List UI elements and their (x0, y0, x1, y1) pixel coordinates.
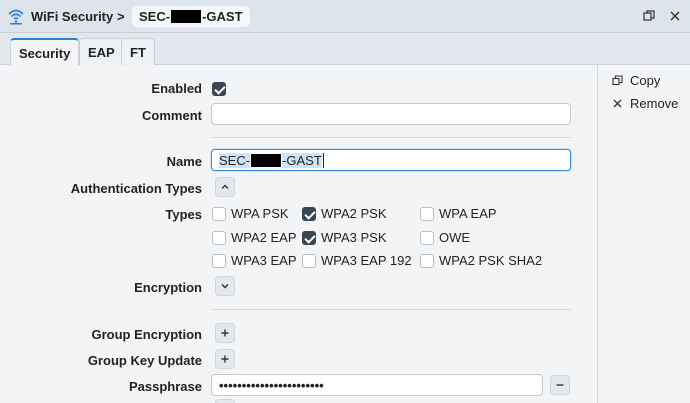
type-checkbox-wpa2-psk-sha2[interactable] (420, 254, 434, 268)
type-label-wpa2-psk: WPA2 PSK (321, 206, 387, 221)
remove-button[interactable]: Remove (612, 96, 678, 111)
copy-button[interactable]: Copy (612, 73, 660, 88)
close-icon (613, 99, 622, 108)
passphrase-label: Passphrase (129, 379, 202, 394)
group-encryption-add-button[interactable] (215, 323, 235, 343)
passphrase-remove-button[interactable] (550, 375, 570, 395)
breadcrumb-item-name[interactable]: SEC- -GAST (132, 6, 250, 27)
tab-bar: Security EAP FT (0, 33, 690, 66)
type-checkbox-wpa3-eap-192[interactable] (302, 254, 316, 268)
tab-ft[interactable]: FT (121, 38, 155, 65)
type-checkbox-wpa2-eap[interactable] (212, 231, 226, 245)
type-checkbox-owe[interactable] (420, 231, 434, 245)
name-field[interactable]: SEC- -GAST (211, 149, 571, 171)
chip-prefix: SEC- (139, 9, 171, 24)
tab-security[interactable]: Security (10, 38, 80, 66)
type-checkbox-wpa-psk[interactable] (212, 207, 226, 221)
type-checkbox-wpa-eap[interactable] (420, 207, 434, 221)
enabled-label: Enabled (151, 81, 202, 96)
form-panel: Enabled Comment Name SEC- -GAST Authentic… (0, 65, 597, 403)
chip-suffix: -GAST (202, 9, 243, 24)
type-label-wpa3-eap: WPA3 EAP (231, 253, 297, 268)
type-label-wpa-psk: WPA PSK (231, 206, 289, 221)
comment-field[interactable] (211, 103, 571, 125)
auth-types-collapse-button[interactable] (215, 177, 235, 197)
name-suffix: -GAST (282, 152, 322, 168)
type-label-wpa3-psk: WPA3 PSK (321, 230, 387, 245)
restore-icon[interactable] (642, 9, 656, 23)
action-sidebar: Copy Remove (597, 65, 690, 403)
group-encryption-label: Group Encryption (91, 327, 203, 342)
window-title: WiFi Security (31, 9, 114, 24)
enabled-checkbox[interactable] (212, 82, 226, 96)
passphrase-value: ••••••••••••••••••••••• (219, 377, 324, 393)
type-label-wpa2-psk-sha2: WPA2 PSK SHA2 (439, 253, 543, 268)
plus-icon (221, 329, 229, 337)
tab-eap[interactable]: EAP (79, 38, 124, 65)
type-label-wpa3-eap-192: WPA3 EAP 192 (321, 253, 412, 268)
wifi-icon (8, 9, 24, 25)
auth-types-label: Authentication Types (70, 181, 202, 196)
divider (211, 137, 571, 138)
chevron-down-icon (221, 284, 229, 289)
title-bar: WiFi Security > SEC- -GAST (0, 0, 690, 33)
encryption-label: Encryption (134, 280, 202, 295)
name-label: Name (166, 154, 202, 169)
minus-icon (556, 384, 564, 386)
type-label-wpa2-eap: WPA2 EAP (231, 230, 297, 245)
types-label: Types (165, 207, 202, 222)
redaction-block (251, 153, 282, 167)
group-key-update-add-button[interactable] (215, 349, 235, 369)
type-label-wpa-eap: WPA EAP (439, 206, 497, 221)
type-checkbox-wpa3-eap[interactable] (212, 254, 226, 268)
remove-label: Remove (630, 96, 679, 111)
breadcrumb-separator: > (117, 9, 125, 24)
next-row-button[interactable] (215, 399, 235, 403)
type-label-owe: OWE (439, 230, 471, 245)
copy-label: Copy (630, 73, 661, 88)
name-prefix: SEC- (219, 152, 251, 168)
comment-label: Comment (142, 108, 202, 123)
copy-icon (612, 75, 623, 86)
text-caret (322, 152, 324, 168)
encryption-expand-button[interactable] (215, 276, 235, 296)
group-key-update-label: Group Key Update (87, 353, 202, 368)
type-checkbox-wpa2-psk[interactable] (302, 207, 316, 221)
type-checkbox-wpa3-psk[interactable] (302, 231, 316, 245)
passphrase-field[interactable]: ••••••••••••••••••••••• (211, 374, 543, 396)
chevron-up-icon (221, 184, 229, 189)
divider (211, 309, 571, 310)
plus-icon (221, 355, 229, 363)
redaction-block (171, 10, 202, 23)
close-icon[interactable] (668, 9, 682, 23)
